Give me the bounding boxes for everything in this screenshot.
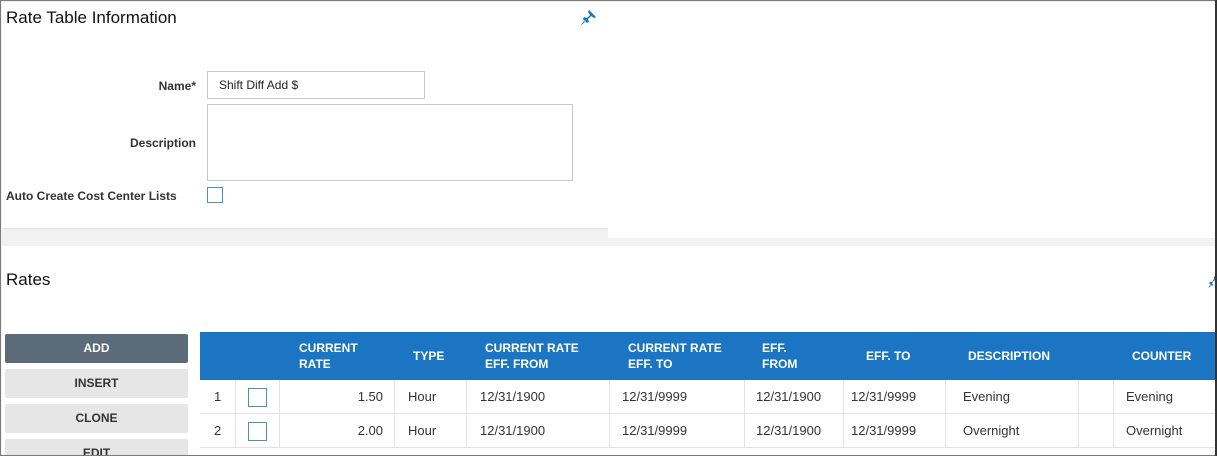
table-row[interactable]: 2 2.00 Hour 12/31/1900 12/31/9999 12/31/…	[200, 414, 1216, 448]
cell-type: Hour	[408, 423, 437, 438]
description-input[interactable]	[207, 104, 573, 181]
rates-panel: Rates ADD INSERT CLONE EDIT CURRENT RATE…	[2, 246, 1217, 455]
col-header-current-rate-eff-from[interactable]: CURRENT RATE EFF. FROM	[485, 340, 600, 372]
cell-current-rate: 1.50	[357, 389, 383, 404]
cell-counter: Evening	[1126, 389, 1173, 404]
name-input[interactable]	[207, 71, 425, 99]
cell-description: Overnight	[963, 423, 1020, 438]
app-frame: Rate Table Information Name* Description…	[0, 0, 1217, 456]
clone-button[interactable]: CLONE	[5, 404, 188, 433]
cell-eff-to: 12/31/9999	[851, 389, 917, 404]
panel-title: Rate Table Information	[6, 8, 177, 27]
row-index: 2	[214, 423, 222, 438]
col-header-description[interactable]: DESCRIPTION	[968, 348, 1050, 364]
edit-button[interactable]: EDIT	[5, 439, 188, 455]
cell-eff-from: 12/31/1900	[756, 423, 822, 438]
cell-current-rate-eff-to: 12/31/9999	[622, 423, 688, 438]
add-button[interactable]: ADD	[5, 334, 188, 363]
cell-description: Evening	[963, 389, 1010, 404]
row-checkbox[interactable]	[248, 388, 267, 407]
cell-current-rate-eff-to: 12/31/9999	[622, 389, 688, 404]
rates-title: Rates	[6, 270, 51, 289]
col-header-type[interactable]: TYPE	[413, 348, 444, 364]
row-index: 1	[214, 389, 222, 404]
insert-button[interactable]: INSERT	[5, 369, 188, 398]
auto-create-checkbox[interactable]	[207, 187, 223, 203]
cell-type: Hour	[408, 389, 437, 404]
cell-counter: Overnight	[1126, 423, 1183, 438]
name-label: Name*	[158, 79, 196, 93]
cell-eff-to: 12/31/9999	[851, 423, 917, 438]
col-header-counter[interactable]: COUNTER	[1132, 348, 1191, 364]
col-header-current-rate-eff-to[interactable]: CURRENT RATE EFF. TO	[628, 340, 723, 372]
col-header-eff-from[interactable]: EFF. FROM	[762, 340, 812, 372]
row-checkbox[interactable]	[248, 422, 267, 441]
description-label: Description	[129, 136, 196, 150]
grid-header: CURRENT RATE TYPE CURRENT RATE EFF. FROM…	[200, 332, 1216, 380]
cell-eff-from: 12/31/1900	[756, 389, 822, 404]
cell-current-rate-eff-from: 12/31/1900	[480, 389, 546, 404]
cell-current-rate: 2.00	[357, 423, 383, 438]
rate-table-info-panel: Rate Table Information Name* Description…	[2, 2, 608, 228]
pin-icon[interactable]	[578, 8, 598, 28]
table-row[interactable]: 1 1.50 Hour 12/31/1900 12/31/9999 12/31/…	[200, 380, 1216, 414]
cell-current-rate-eff-from: 12/31/1900	[480, 423, 546, 438]
col-header-eff-to[interactable]: EFF. TO	[866, 348, 910, 364]
col-header-current-rate[interactable]: CURRENT RATE	[299, 340, 379, 372]
info-panel-blank-area	[608, 2, 1216, 238]
auto-create-label: Auto Create Cost Center Lists	[6, 189, 177, 203]
